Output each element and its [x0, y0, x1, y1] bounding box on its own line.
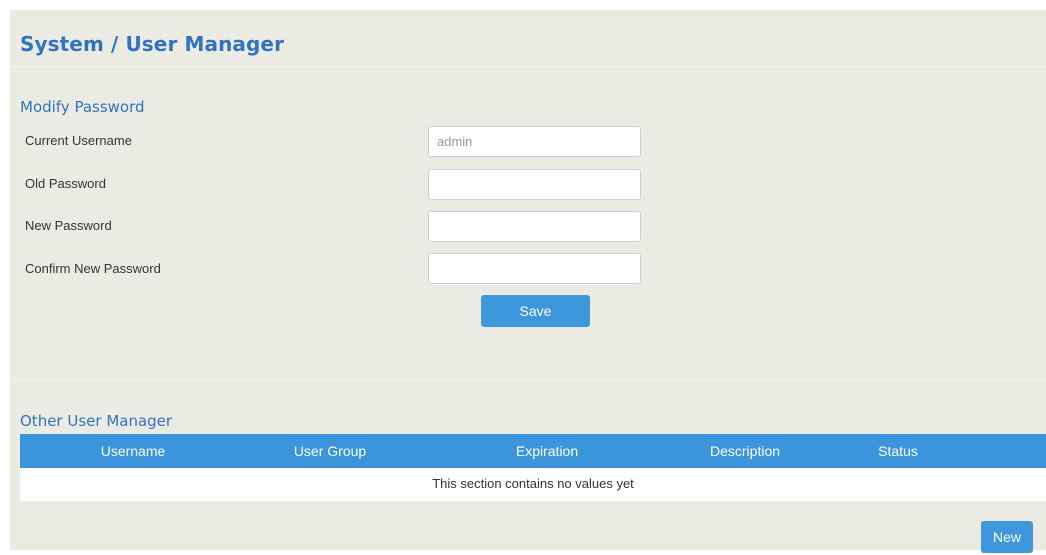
column-header-user-group: User Group — [293, 443, 367, 459]
column-header-status: Status — [878, 443, 918, 459]
section-divider — [10, 379, 1046, 380]
current-username-field[interactable] — [428, 126, 641, 157]
confirm-new-password-label: Confirm New Password — [25, 261, 161, 276]
current-username-label: Current Username — [25, 133, 132, 148]
save-button[interactable]: Save — [481, 295, 590, 327]
title-divider — [10, 66, 1046, 67]
new-password-label: New Password — [25, 218, 112, 233]
new-password-field[interactable] — [428, 211, 641, 242]
column-header-username: Username — [100, 443, 166, 459]
old-password-field[interactable] — [428, 169, 641, 200]
page-title: System / User Manager — [20, 32, 285, 56]
user-manager-panel: System / User Manager Modify Password Cu… — [10, 10, 1046, 550]
users-table-header: Username User Group Expiration Descripti… — [20, 434, 1046, 468]
modify-password-heading: Modify Password — [20, 98, 145, 116]
old-password-label: Old Password — [25, 176, 106, 191]
column-header-description: Description — [709, 443, 781, 459]
confirm-new-password-field[interactable] — [428, 253, 641, 284]
other-user-manager-heading: Other User Manager — [20, 412, 173, 430]
empty-table-message: This section contains no values yet — [20, 468, 1046, 501]
column-header-expiration: Expiration — [515, 443, 579, 459]
new-user-button[interactable]: New — [981, 521, 1033, 553]
